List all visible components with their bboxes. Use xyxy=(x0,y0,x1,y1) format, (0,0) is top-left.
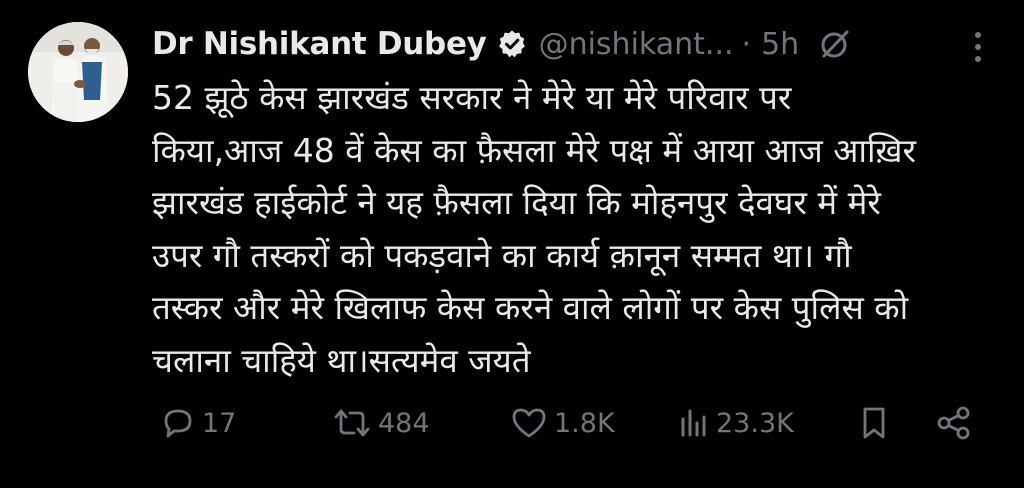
share-button[interactable] xyxy=(934,398,974,448)
author-display-name[interactable]: Dr Nishikant Dubey xyxy=(152,26,487,62)
like-count: 1.8K xyxy=(554,407,615,439)
timestamp[interactable]: 5h xyxy=(761,27,799,62)
verified-badge-icon xyxy=(497,29,527,59)
repost-icon xyxy=(332,405,372,441)
reply-icon xyxy=(160,405,196,441)
share-icon xyxy=(934,405,974,441)
views-button[interactable]: 23.3K xyxy=(678,398,794,448)
author-handle[interactable]: @nishikant... xyxy=(539,27,734,62)
repost-button[interactable]: 484 xyxy=(332,398,430,448)
bookmark-button[interactable] xyxy=(858,398,890,448)
tweet[interactable]: Dr Nishikant Dubey @nishikant... · 5h 52… xyxy=(0,0,1024,488)
tweet-actions: 17 484 1.8K 23.3K xyxy=(160,398,990,448)
views-count: 23.3K xyxy=(716,407,794,439)
tweet-text: 52 झूठे केस झारखंड सरकार ने मेरे या मेरे… xyxy=(152,78,916,380)
repost-count: 484 xyxy=(378,407,430,439)
bookmark-icon xyxy=(858,405,890,441)
reply-count: 17 xyxy=(202,407,237,439)
like-button[interactable]: 1.8K xyxy=(510,398,615,448)
reply-button[interactable]: 17 xyxy=(160,398,236,448)
avatar[interactable] xyxy=(28,22,128,122)
heart-icon xyxy=(510,405,548,441)
views-icon xyxy=(678,405,710,441)
grok-icon[interactable] xyxy=(819,28,851,60)
tweet-header: Dr Nishikant Dubey @nishikant... · 5h xyxy=(152,20,1004,68)
more-vertical-icon[interactable] xyxy=(972,30,984,66)
separator-dot: · xyxy=(741,26,752,62)
